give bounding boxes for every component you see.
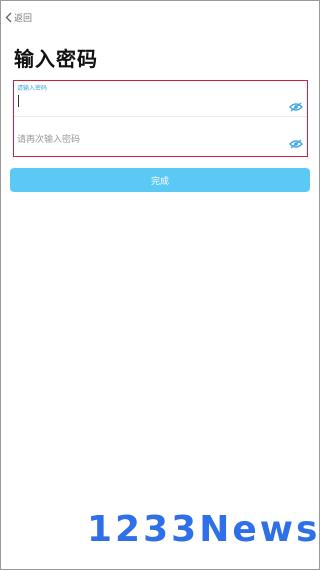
eye-hidden-icon[interactable] xyxy=(289,134,303,149)
watermark: 1233News xyxy=(87,509,320,550)
app-screen: 返回 输入密码 请输入密码 请再次输入密码 完成 1233News xyxy=(0,0,320,570)
password-form: 请输入密码 请再次输入密码 xyxy=(13,80,308,157)
confirm-password-placeholder: 请再次输入密码 xyxy=(17,135,81,145)
back-label: 返回 xyxy=(14,13,33,24)
password-field[interactable]: 请输入密码 xyxy=(14,81,307,117)
chevron-left-icon xyxy=(5,12,12,23)
confirm-password-field[interactable]: 请再次输入密码 xyxy=(14,117,307,157)
done-button[interactable]: 完成 xyxy=(10,168,310,192)
page-title: 输入密码 xyxy=(14,47,98,71)
password-floating-label: 请输入密码 xyxy=(17,85,48,92)
text-cursor xyxy=(18,95,19,107)
eye-hidden-icon[interactable] xyxy=(289,97,303,112)
back-button[interactable]: 返回 xyxy=(5,9,32,25)
